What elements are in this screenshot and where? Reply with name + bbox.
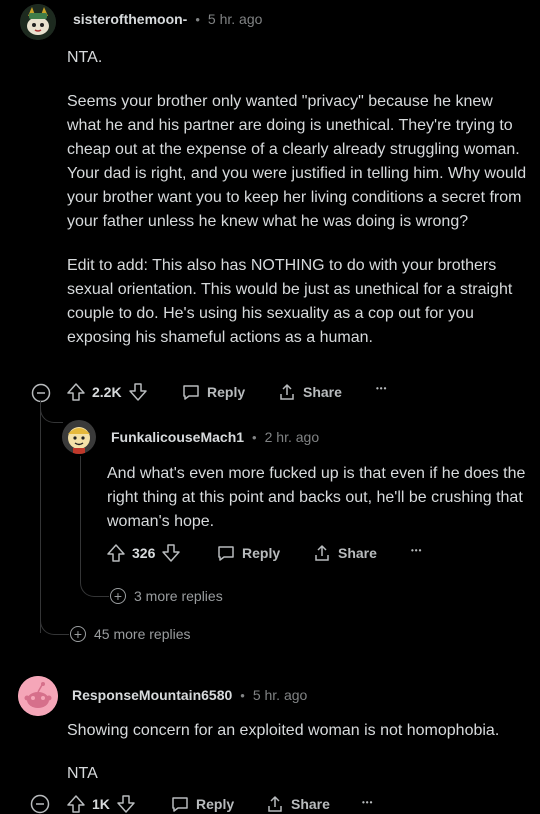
reply-label: Reply: [242, 545, 281, 561]
more-replies-button[interactable]: + 45 more replies: [70, 626, 191, 642]
upvote-icon[interactable]: [66, 382, 86, 402]
separator-dot: •: [195, 11, 200, 27]
comment-paragraph: And what's even more fucked up is that e…: [107, 465, 526, 530]
username[interactable]: ResponseMountain6580: [72, 687, 232, 703]
comment-body: Showing concern for an exploited woman i…: [67, 719, 527, 786]
comment-body: And what's even more fucked up is that e…: [107, 462, 527, 534]
plus-circle-icon: +: [110, 588, 126, 604]
downvote-icon[interactable]: [128, 382, 148, 402]
reply-button[interactable]: Reply: [216, 543, 280, 563]
more-options-icon: •••: [362, 798, 374, 807]
more-replies-label: 45 more replies: [94, 626, 191, 642]
share-icon: [277, 382, 297, 402]
comment-paragraph: NTA.: [67, 49, 103, 66]
downvote-icon[interactable]: [161, 543, 181, 563]
share-label: Share: [338, 545, 377, 561]
more-replies-button[interactable]: + 3 more replies: [110, 588, 223, 604]
minus-circle-icon[interactable]: [30, 794, 50, 814]
thread-line: [40, 610, 69, 635]
thread-line: [40, 405, 41, 633]
vote-count: 2.2K: [92, 384, 122, 400]
chat-bubble-icon: [181, 382, 201, 402]
vote-count: 326: [132, 545, 156, 561]
separator-dot: •: [240, 687, 245, 703]
comment-paragraph: Showing concern for an exploited woman i…: [67, 722, 500, 739]
comment-paragraph: NTA: [67, 765, 98, 782]
more-options-icon: •••: [376, 384, 388, 393]
share-button[interactable]: Share: [312, 543, 377, 563]
reply-button[interactable]: Reply: [170, 794, 234, 814]
more-options-button[interactable]: •••: [376, 384, 387, 393]
plus-circle-icon: +: [70, 626, 86, 642]
more-options-button[interactable]: •••: [362, 798, 373, 807]
timestamp: 2 hr. ago: [264, 429, 320, 445]
avatar[interactable]: [62, 420, 96, 454]
comment-paragraph: Seems your brother only wanted "privacy"…: [67, 93, 527, 230]
share-label: Share: [303, 384, 342, 400]
avatar[interactable]: [20, 4, 56, 40]
downvote-icon[interactable]: [116, 794, 136, 814]
upvote-icon[interactable]: [106, 543, 126, 563]
chat-bubble-icon: [170, 794, 190, 814]
username[interactable]: FunkalicouseMach1: [111, 429, 244, 445]
reply-button[interactable]: Reply: [181, 382, 245, 402]
comment-paragraph: Edit to add: This also has NOTHING to do…: [67, 257, 513, 346]
thread-line: [80, 456, 109, 597]
separator-dot: •: [252, 429, 257, 445]
share-icon: [265, 794, 285, 814]
chat-bubble-icon: [216, 543, 236, 563]
more-options-icon: •••: [411, 546, 423, 555]
more-replies-label: 3 more replies: [134, 588, 223, 604]
share-icon: [312, 543, 332, 563]
comment-body: NTA. Seems your brother only wanted "pri…: [67, 46, 527, 350]
reply-label: Reply: [207, 384, 246, 400]
more-options-button[interactable]: •••: [411, 546, 422, 555]
share-button[interactable]: Share: [265, 794, 330, 814]
timestamp: 5 hr. ago: [207, 11, 263, 27]
share-button[interactable]: Share: [277, 382, 342, 402]
username[interactable]: sisterofthemoon-: [73, 11, 187, 27]
avatar[interactable]: [18, 676, 58, 716]
thread-line: [40, 400, 63, 423]
upvote-icon[interactable]: [66, 794, 86, 814]
timestamp: 5 hr. ago: [252, 687, 308, 703]
